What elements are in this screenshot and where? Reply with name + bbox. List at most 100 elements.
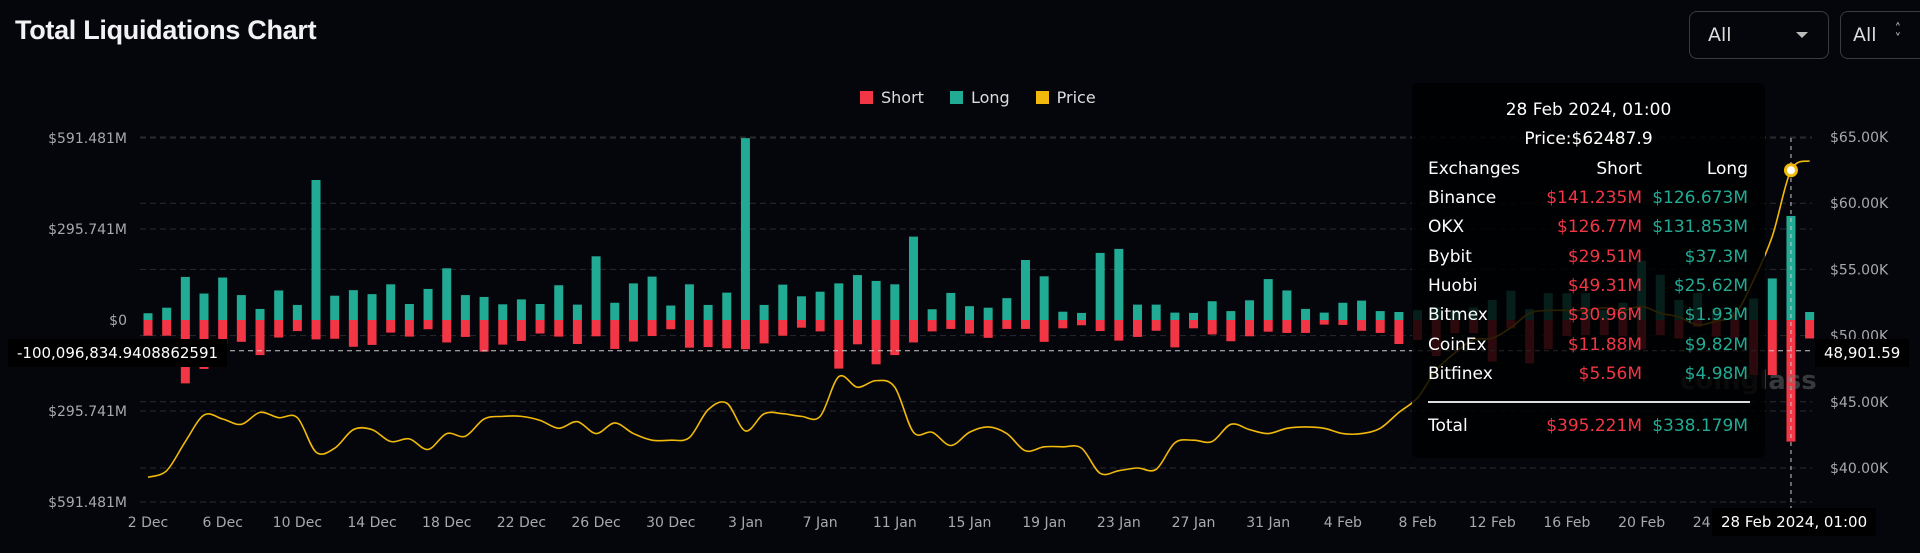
x-axis-tick: 14 Dec: [347, 515, 396, 531]
short-bar: [1002, 320, 1012, 329]
long-bar: [1357, 300, 1367, 320]
tooltip-row-bitmex: Bitmex $30.96M $1.93M: [1428, 305, 1748, 329]
short-bar: [1114, 320, 1124, 341]
right-axis-tick: $40.00K: [1830, 461, 1889, 477]
left-axis-tick: $591.481M: [48, 495, 127, 511]
short-bar: [1077, 320, 1086, 326]
short-bar: [1263, 320, 1273, 332]
crosshair-x-label: 28 Feb 2024, 01:00: [1712, 508, 1877, 536]
short-bar: [162, 320, 172, 336]
short-bar: [442, 320, 452, 343]
tooltip-price: Price:$62487.9: [1524, 129, 1653, 149]
long-bar: [890, 284, 900, 320]
left-axis-tick: $295.741M: [48, 404, 127, 420]
long-bar: [1301, 308, 1311, 320]
tooltip-header-row: Exchanges Short Long: [1428, 159, 1748, 183]
total-short: $395.221M: [1546, 416, 1642, 436]
price-point-marker: [1783, 163, 1798, 178]
tooltip-long: $25.62M: [1673, 275, 1748, 296]
short-bar: [852, 320, 862, 345]
long-bar: [572, 304, 582, 320]
x-axis-tick: 2 Dec: [128, 515, 168, 531]
long-bar: [871, 280, 881, 320]
tooltip-short: $29.51M: [1567, 246, 1642, 267]
long-bar: [404, 303, 414, 320]
tooltip-long: $9.82M: [1684, 334, 1748, 355]
tooltip-row-huobi: Huobi $49.31M $25.62M: [1428, 276, 1748, 300]
short-bar: [535, 320, 545, 334]
long-bar: [442, 268, 452, 320]
long-bar: [1170, 312, 1180, 320]
tooltip-exchange: Bitfinex: [1428, 363, 1493, 384]
tooltip-exchange: Bybit: [1428, 246, 1472, 267]
long-bar: [852, 275, 862, 320]
long-bar: [610, 302, 620, 320]
short-bar: [1394, 320, 1404, 345]
short-bar: [1039, 320, 1049, 342]
long-bar: [423, 288, 433, 320]
long-bar: [1245, 300, 1255, 320]
short-bar: [1805, 320, 1815, 339]
short-bar: [1207, 320, 1217, 335]
x-axis-tick: 3 Jan: [728, 515, 763, 531]
short-bar: [666, 320, 676, 330]
header-exchanges: Exchanges: [1428, 159, 1520, 179]
short-bar: [1357, 320, 1367, 331]
short-bar: [460, 320, 470, 337]
left-axis-tick: $591.481M: [48, 131, 127, 147]
long-bar: [1375, 311, 1385, 320]
short-bar: [1189, 320, 1199, 329]
long-bar: [759, 304, 769, 320]
long-bar: [1095, 252, 1105, 320]
short-bar: [236, 320, 246, 342]
short-bar: [871, 320, 881, 365]
short-bar: [311, 320, 321, 340]
x-axis-tick: 31 Jan: [1246, 515, 1290, 531]
long-bar: [1767, 278, 1777, 320]
long-bar: [180, 276, 190, 320]
long-bar: [834, 283, 844, 320]
header-short: Short: [1596, 159, 1642, 179]
short-bar: [292, 320, 302, 332]
long-bar: [1114, 248, 1124, 320]
x-axis-tick: 26 Dec: [571, 515, 620, 531]
long-bar: [666, 305, 676, 320]
right-axis-tick: $60.00K: [1830, 196, 1889, 212]
short-bar: [964, 320, 974, 334]
tooltip-total-row: Total $395.221M $338.179M: [1428, 416, 1748, 440]
tooltip-row-coinex: CoinEx $11.88M $9.82M: [1428, 335, 1748, 359]
long-bar: [1077, 312, 1086, 320]
long-bar: [1282, 290, 1292, 320]
short-bar: [274, 320, 284, 338]
long-bar: [1207, 301, 1217, 320]
long-bar: [498, 304, 508, 320]
short-bar: [759, 320, 769, 344]
long-bar: [535, 303, 545, 320]
x-axis-tick: 30 Dec: [646, 515, 695, 531]
short-bar: [834, 320, 844, 369]
short-bar: [908, 320, 918, 343]
long-bar: [1039, 276, 1049, 320]
tooltip-short: $49.31M: [1567, 275, 1642, 296]
x-axis-tick: 15 Jan: [948, 515, 992, 531]
tooltip-exchange: Bitmex: [1428, 305, 1488, 326]
x-axis-tick: 6 Dec: [202, 515, 242, 531]
long-bar: [946, 292, 956, 320]
long-bar: [647, 276, 657, 320]
short-bar: [348, 320, 358, 347]
short-bar: [815, 320, 825, 332]
tooltip-long: $131.853M: [1652, 217, 1748, 238]
long-bar: [778, 284, 788, 320]
long-bar: [1394, 311, 1404, 320]
short-bar: [1301, 320, 1311, 333]
short-bar: [1170, 320, 1180, 348]
x-axis-tick: 27 Jan: [1172, 515, 1216, 531]
long-bar: [1319, 312, 1329, 320]
long-bar: [292, 304, 302, 320]
long-bar: [554, 285, 564, 320]
short-bar: [628, 320, 638, 342]
x-axis-tick: 18 Dec: [422, 515, 471, 531]
long-bar: [1263, 279, 1273, 320]
short-bar: [890, 320, 900, 356]
tooltip-row-binance: Binance $141.235M $126.673M: [1428, 188, 1748, 212]
